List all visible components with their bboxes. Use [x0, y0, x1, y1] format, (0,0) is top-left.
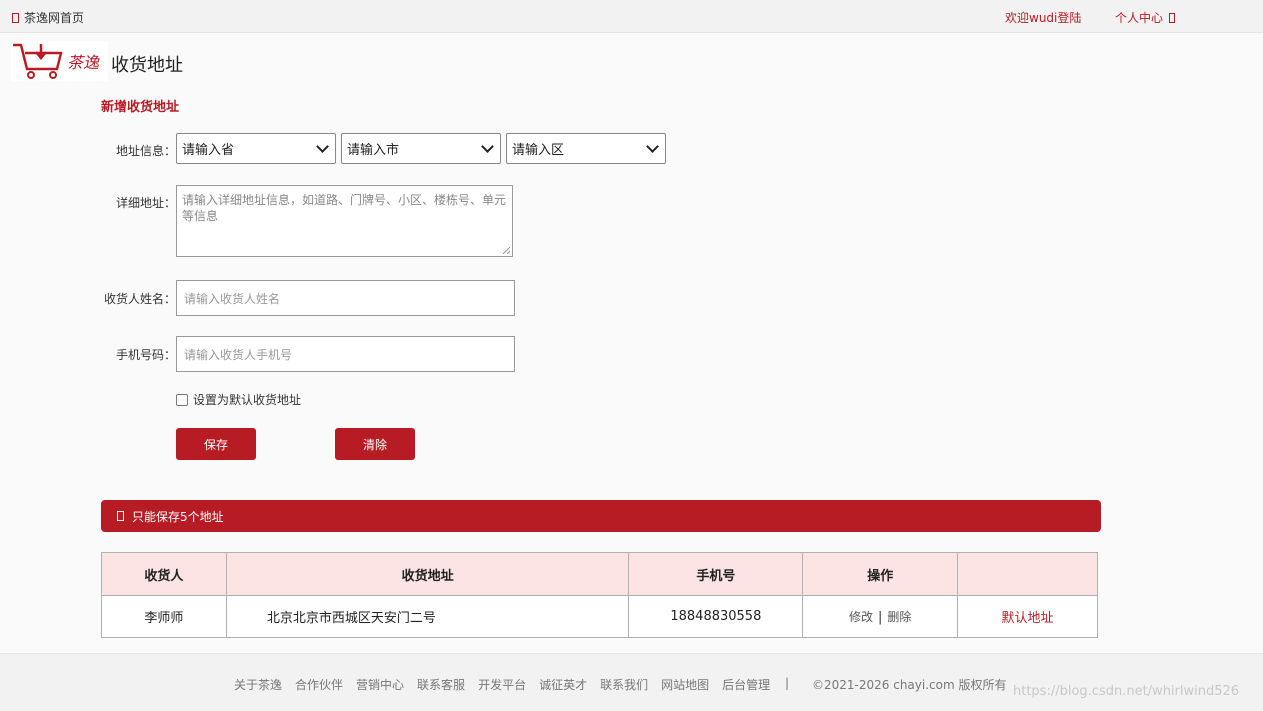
footer-link[interactable]: 后台管理 — [722, 676, 770, 693]
default-checkbox[interactable] — [176, 393, 188, 406]
footer-link[interactable]: 网站地图 — [661, 676, 709, 693]
address-table: 收货人 收货地址 手机号 操作 李师师 北京北京市西城区天安门二号 188488… — [101, 552, 1098, 638]
header-default — [957, 552, 1098, 596]
resize-handle[interactable] — [503, 247, 510, 254]
user-center-link[interactable]: 个人中心 — [1115, 9, 1176, 26]
footer-link[interactable]: 开发平台 — [478, 676, 526, 693]
address-limit-notice: 只能保存5个地址 — [101, 500, 1101, 532]
footer-link[interactable]: 营销中心 — [356, 676, 404, 693]
name-label: 收货人姓名： — [103, 292, 176, 306]
footer-link[interactable]: 诚征英才 — [539, 676, 587, 693]
chevron-down-icon — [646, 140, 659, 153]
watermark: https://blog.csdn.net/whirlwind526 — [1013, 684, 1240, 699]
cell-default: 默认地址 — [957, 595, 1098, 638]
footer-separator: | — [785, 676, 790, 690]
default-checkbox-label: 设置为默认收货地址 — [193, 393, 302, 407]
home-link[interactable]: 茶逸网首页 — [12, 9, 84, 26]
footer-link[interactable]: 关于茶逸 — [234, 676, 282, 693]
footer-link[interactable]: 联系我们 — [600, 676, 648, 693]
copyright: ©2021-2026 chayi.com 版权所有 — [812, 678, 1007, 692]
cell-receiver: 李师师 — [101, 595, 227, 638]
site-logo[interactable]: 茶逸 — [11, 41, 108, 81]
detail-placeholder: 请输入详细地址信息，如道路、门牌号、小区、楼栋号、单元等信息 — [182, 193, 507, 223]
form-title: 新增收货地址 — [101, 100, 180, 115]
cell-actions: 修改 | 删除 — [802, 595, 959, 638]
cell-phone: 18848830558 — [628, 595, 804, 638]
header-phone: 手机号 — [628, 552, 804, 596]
footer-links: 关于茶逸 合作伙伴 营销中心 联系客服 开发平台 诚征英才 联系我们 网站地图 … — [234, 676, 783, 693]
province-select[interactable]: 请输入省 — [176, 133, 336, 164]
save-button[interactable]: 保存 — [176, 428, 256, 460]
welcome-text[interactable]: 欢迎wudi登陆 — [1005, 9, 1081, 26]
cell-address: 北京北京市西城区天安门二号 — [225, 595, 630, 638]
action-separator: | — [878, 610, 883, 625]
city-value: 请输入市 — [347, 143, 400, 158]
header-actions: 操作 — [802, 552, 959, 596]
detail-label: 详细地址： — [115, 196, 176, 210]
phone-input[interactable]: 请输入收货人手机号 — [176, 336, 515, 372]
chevron-down-icon — [316, 140, 329, 153]
footer-link[interactable]: 合作伙伴 — [295, 676, 343, 693]
footer: 关于茶逸 合作伙伴 营销中心 联系客服 开发平台 诚征英才 联系我们 网站地图 … — [0, 653, 1263, 711]
header-address: 收货地址 — [225, 552, 630, 596]
footer-link[interactable]: 联系客服 — [417, 676, 465, 693]
delete-link[interactable]: 删除 — [887, 610, 911, 624]
chevron-down-icon — [481, 140, 494, 153]
logo-text: 茶逸 — [67, 53, 100, 72]
district-select[interactable]: 请输入区 — [506, 133, 666, 164]
province-value: 请输入省 — [182, 143, 235, 158]
info-icon — [117, 511, 124, 521]
table-row: 李师师 北京北京市西城区天安门二号 18848830558 修改 | 删除 默认地址 — [101, 595, 1098, 638]
top-bar: 茶逸网首页 欢迎wudi登陆 个人中心 — [0, 0, 1263, 33]
receiver-name-input[interactable]: 请输入收货人姓名 — [176, 280, 515, 316]
home-icon — [12, 12, 19, 23]
cart-logo-icon: 茶逸 — [13, 43, 100, 79]
user-center-label: 个人中心 — [1115, 11, 1164, 25]
header-receiver: 收货人 — [101, 552, 227, 596]
home-link-label: 茶逸网首页 — [24, 11, 85, 25]
notice-text: 只能保存5个地址 — [132, 509, 224, 524]
phone-placeholder: 请输入收货人手机号 — [184, 347, 293, 362]
detail-address-field[interactable]: 请输入详细地址信息，如道路、门牌号、小区、楼栋号、单元等信息 — [176, 185, 513, 257]
default-address-option[interactable]: 设置为默认收货地址 — [176, 391, 301, 408]
edit-link[interactable]: 修改 — [849, 610, 873, 624]
table-header-row: 收货人 收货地址 手机号 操作 — [101, 552, 1098, 596]
phone-label: 手机号码： — [115, 348, 176, 362]
district-value: 请输入区 — [512, 143, 565, 158]
page-title: 收货地址 — [111, 55, 183, 76]
clear-button[interactable]: 清除 — [335, 428, 415, 460]
default-address-link[interactable]: 默认地址 — [1002, 611, 1054, 626]
city-select[interactable]: 请输入市 — [341, 133, 501, 164]
address-label: 地址信息： — [115, 144, 176, 158]
user-icon — [1169, 12, 1176, 23]
name-placeholder: 请输入收货人姓名 — [184, 291, 281, 306]
